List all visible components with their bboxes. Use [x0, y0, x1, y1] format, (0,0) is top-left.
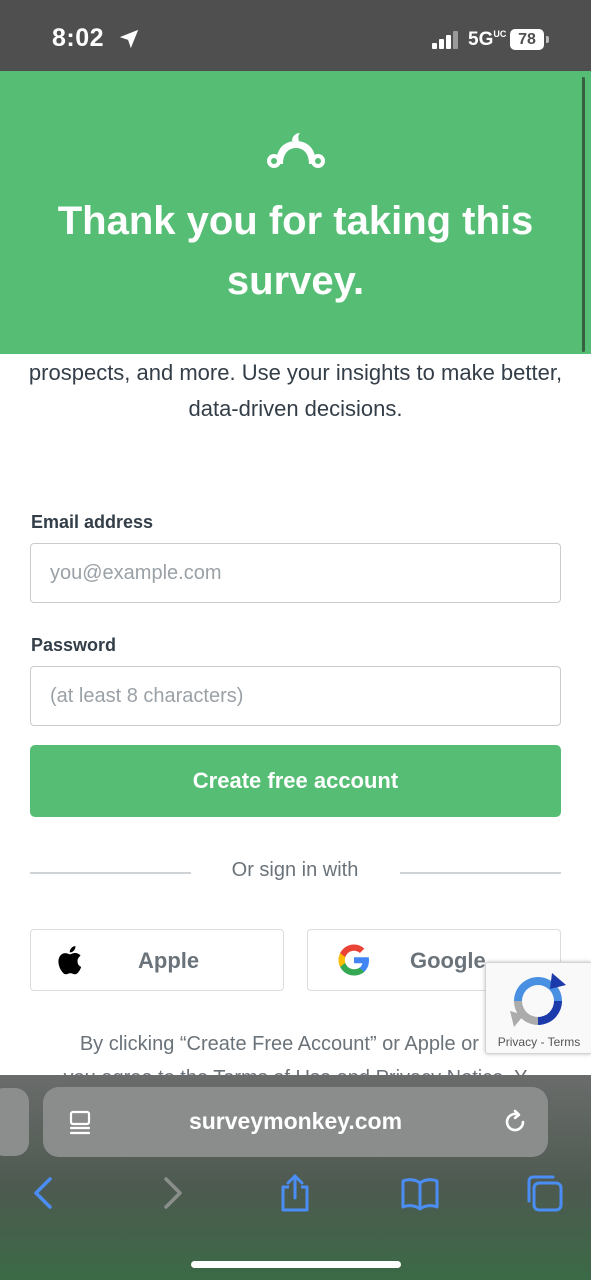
recaptcha-terms-link[interactable]: Terms	[548, 1035, 581, 1049]
recaptcha-icon	[510, 973, 566, 1027]
address-bar[interactable]: surveymonkey.com	[43, 1087, 548, 1157]
bookmarks-icon[interactable]	[400, 1173, 440, 1213]
divider-left	[30, 872, 191, 874]
url-text[interactable]: surveymonkey.com	[43, 1108, 548, 1135]
scrollbar[interactable]	[582, 77, 585, 352]
page-title: Thank you for taking this survey.	[57, 199, 534, 303]
apple-sign-in-button[interactable]: Apple	[30, 929, 284, 991]
thank-you-banner: Thank you for taking this survey.	[0, 71, 591, 354]
browser-toolbar: surveymonkey.com	[0, 1075, 591, 1280]
recaptcha-links: Privacy - Terms	[497, 1035, 581, 1049]
previous-tab-peek[interactable]	[0, 1088, 29, 1156]
surveymonkey-logo-icon	[267, 133, 325, 168]
apple-label: Apple	[138, 948, 200, 973]
tabs-icon[interactable]	[525, 1173, 565, 1213]
divider-right	[400, 872, 561, 874]
share-icon[interactable]	[275, 1173, 315, 1213]
apple-icon	[58, 946, 82, 975]
status-bar: 8:02 5GUC 78	[0, 0, 591, 71]
recaptcha-badge[interactable]: Privacy - Terms	[485, 962, 591, 1054]
google-icon	[338, 944, 369, 976]
home-indicator[interactable]	[191, 1261, 401, 1268]
password-label: Password	[31, 635, 117, 655]
signal-icon	[432, 31, 458, 49]
password-field[interactable]	[30, 666, 561, 726]
forward-icon[interactable]	[152, 1173, 192, 1213]
recaptcha-privacy-link[interactable]: Privacy	[498, 1035, 537, 1049]
back-icon[interactable]	[24, 1173, 64, 1213]
create-account-button[interactable]: Create free account	[30, 745, 561, 817]
network-label: 5GUC	[468, 29, 507, 50]
email-field[interactable]	[30, 543, 561, 603]
location-arrow-icon	[119, 29, 139, 49]
sign-in-divider-text: Or sign in with	[231, 859, 359, 881]
email-label: Email address	[31, 512, 154, 532]
intro-text: prospects, and more. Use your insights t…	[28, 360, 563, 421]
battery-level: 78	[510, 29, 544, 50]
battery-icon: 78	[510, 29, 550, 50]
reload-icon[interactable]	[501, 1108, 529, 1136]
status-time: 8:02	[52, 24, 105, 52]
